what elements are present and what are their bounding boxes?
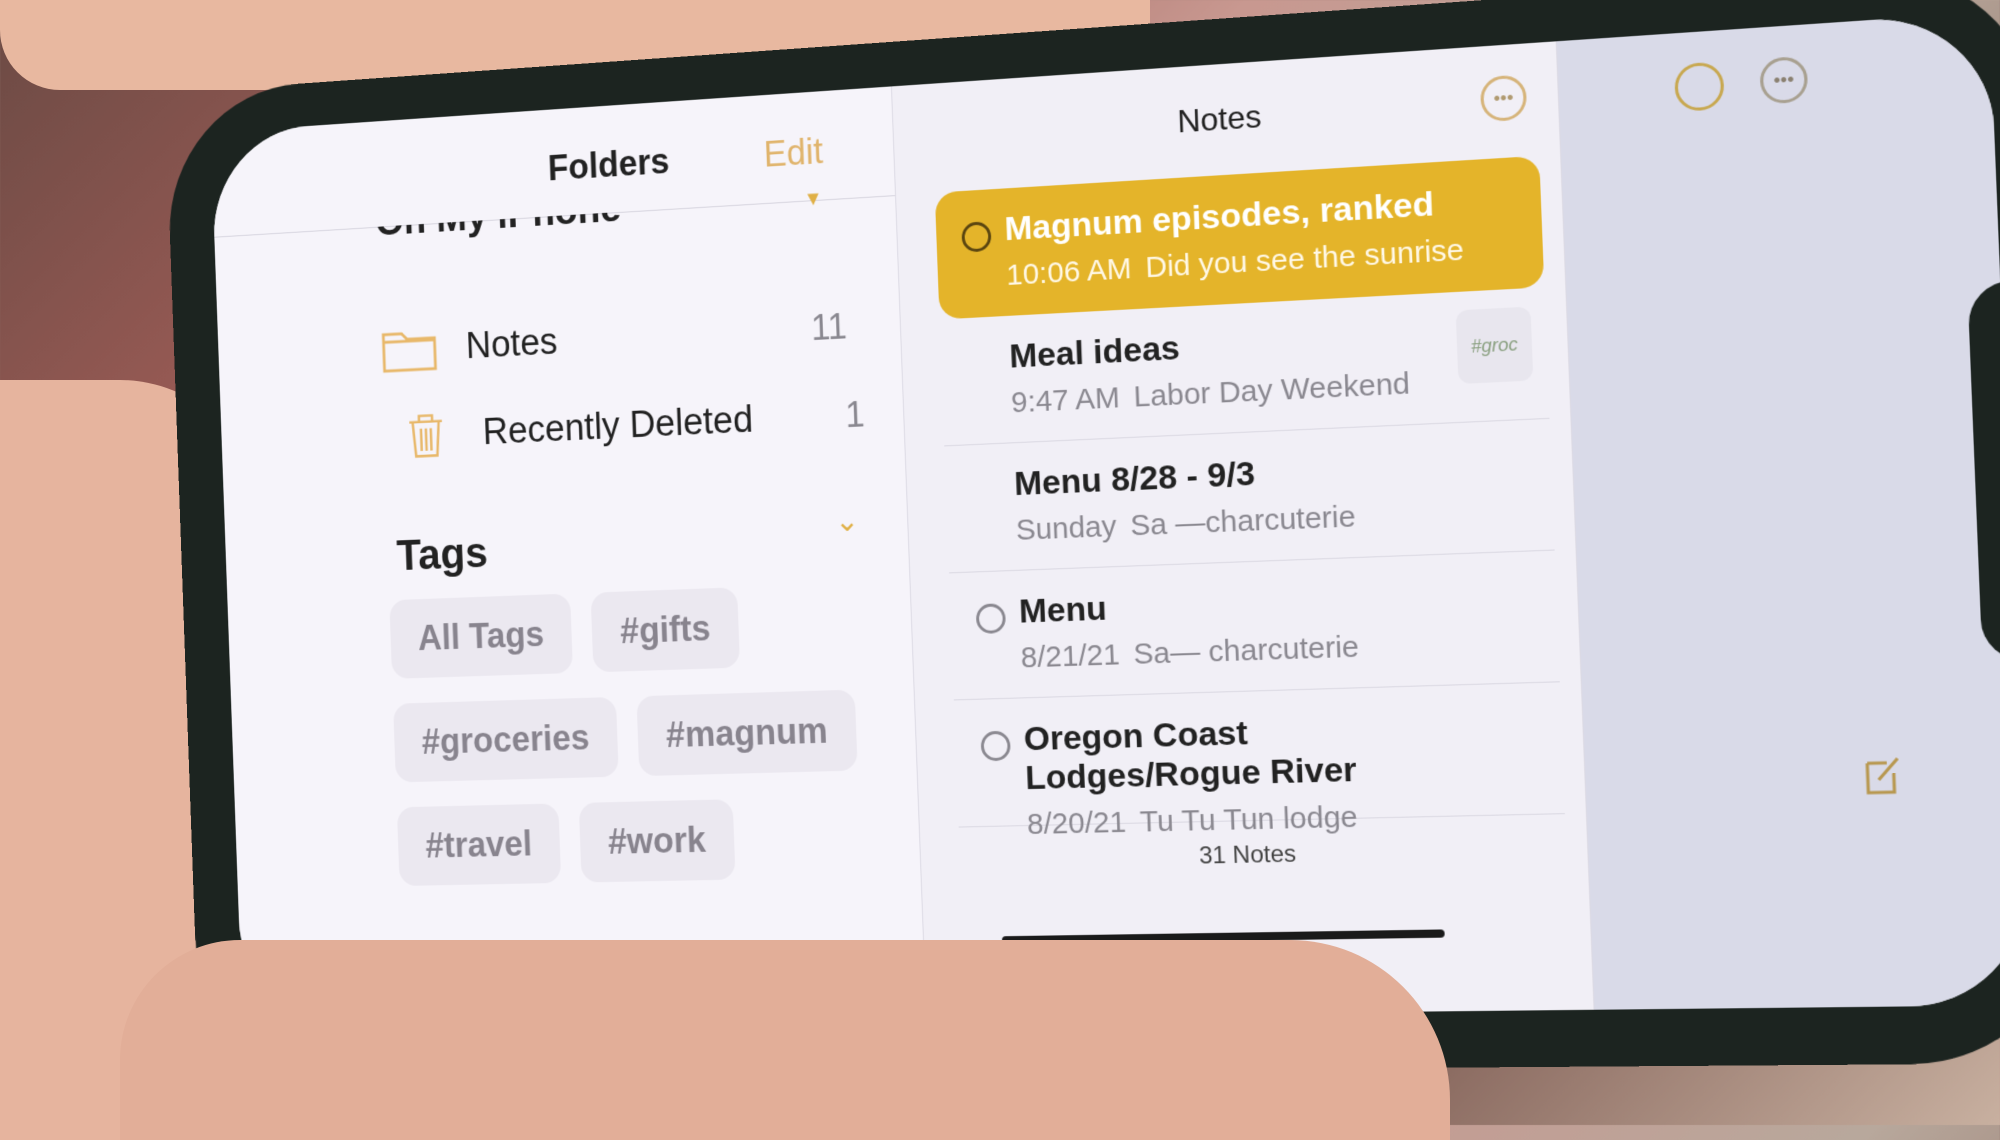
note-date: 8/20/21 [1026,805,1127,842]
tag-gifts[interactable]: #gifts [590,587,741,673]
notes-count: 31 Notes [1198,840,1297,870]
shared-person-icon [975,603,1007,635]
tags-heading: Tags [395,529,489,580]
note-date: 10:06 AM [1005,252,1133,292]
compose-icon[interactable] [1863,754,1904,797]
sidebar-title: Folders [547,140,670,189]
tag-magnum[interactable]: #magnum [636,689,858,777]
sidebar-header: Folders Edit [210,86,896,238]
chevron-down-icon[interactable]: ⌄ [834,504,859,540]
trash-icon [396,410,456,461]
shared-person-icon [961,221,992,253]
note-snippet: Did you see the sunrise [1144,233,1465,285]
tag-list: All Tags #gifts #groceries #magnum #trav… [389,582,886,887]
folder-label: Recently Deleted [482,398,754,453]
folder-count: 1 [844,393,866,436]
note-date: Sunday [1015,509,1118,547]
folders-sidebar: Folders Edit On My iPhone ▼ Notes 11 Rec… [210,86,927,1025]
hand-background [120,940,1450,1140]
tag-travel[interactable]: #travel [396,803,562,887]
note-item[interactable]: Oregon Coast Lodges/Rogue River 8/20/21 T… [953,682,1565,841]
edit-button[interactable]: Edit [763,131,824,176]
note-title: Menu [1018,589,1108,631]
folder-label: Notes [465,321,559,367]
phone-frame: Folders Edit On My iPhone ▼ Notes 11 Rec… [164,0,2000,1077]
note-snippet: Sa —charcuterie [1129,500,1357,543]
note-item[interactable]: Menu 8/21/21 Sa— charcuterie [949,550,1560,701]
collaborators-icon[interactable] [1673,61,1725,113]
tag-groceries[interactable]: #groceries [393,696,619,783]
note-snippet: Labor Day Weekend [1133,367,1411,414]
note-thumbnail: #groc [1455,306,1534,385]
note-detail-pane: ••• [1556,11,2000,1010]
shared-person-icon [980,730,1011,762]
note-date: 8/21/21 [1020,638,1121,675]
note-date: 9:47 AM [1010,381,1121,420]
notes-app-screen: Folders Edit On My iPhone ▼ Notes 11 Rec… [210,11,2000,1025]
note-title: Oregon Coast Lodges/Rogue River [1023,713,1358,798]
notes-list-pane: Notes ••• Magnum episodes, ranked 10:06 … [891,41,1595,1017]
note-snippet: Tu Tu Tun lodge [1139,800,1359,839]
folder-item-notes[interactable]: Notes 11 [379,302,848,375]
folder-count: 11 [810,305,848,349]
folder-item-recently-deleted[interactable]: Recently Deleted 1 [396,390,865,461]
notes-list-title: Notes [1176,97,1263,140]
tag-work[interactable]: #work [578,799,736,883]
tag-all-tags[interactable]: All Tags [389,593,574,679]
note-title: Menu 8/28 - 9/3 [1013,454,1256,504]
ellipsis-circle-icon[interactable]: ••• [1759,55,1809,105]
chevron-down-icon[interactable]: ▼ [803,188,823,212]
folder-icon [379,324,439,375]
note-item[interactable]: Menu 8/28 - 9/3 Sunday Sa —charcuterie [944,418,1555,574]
note-snippet: Sa— charcuterie [1132,630,1360,671]
